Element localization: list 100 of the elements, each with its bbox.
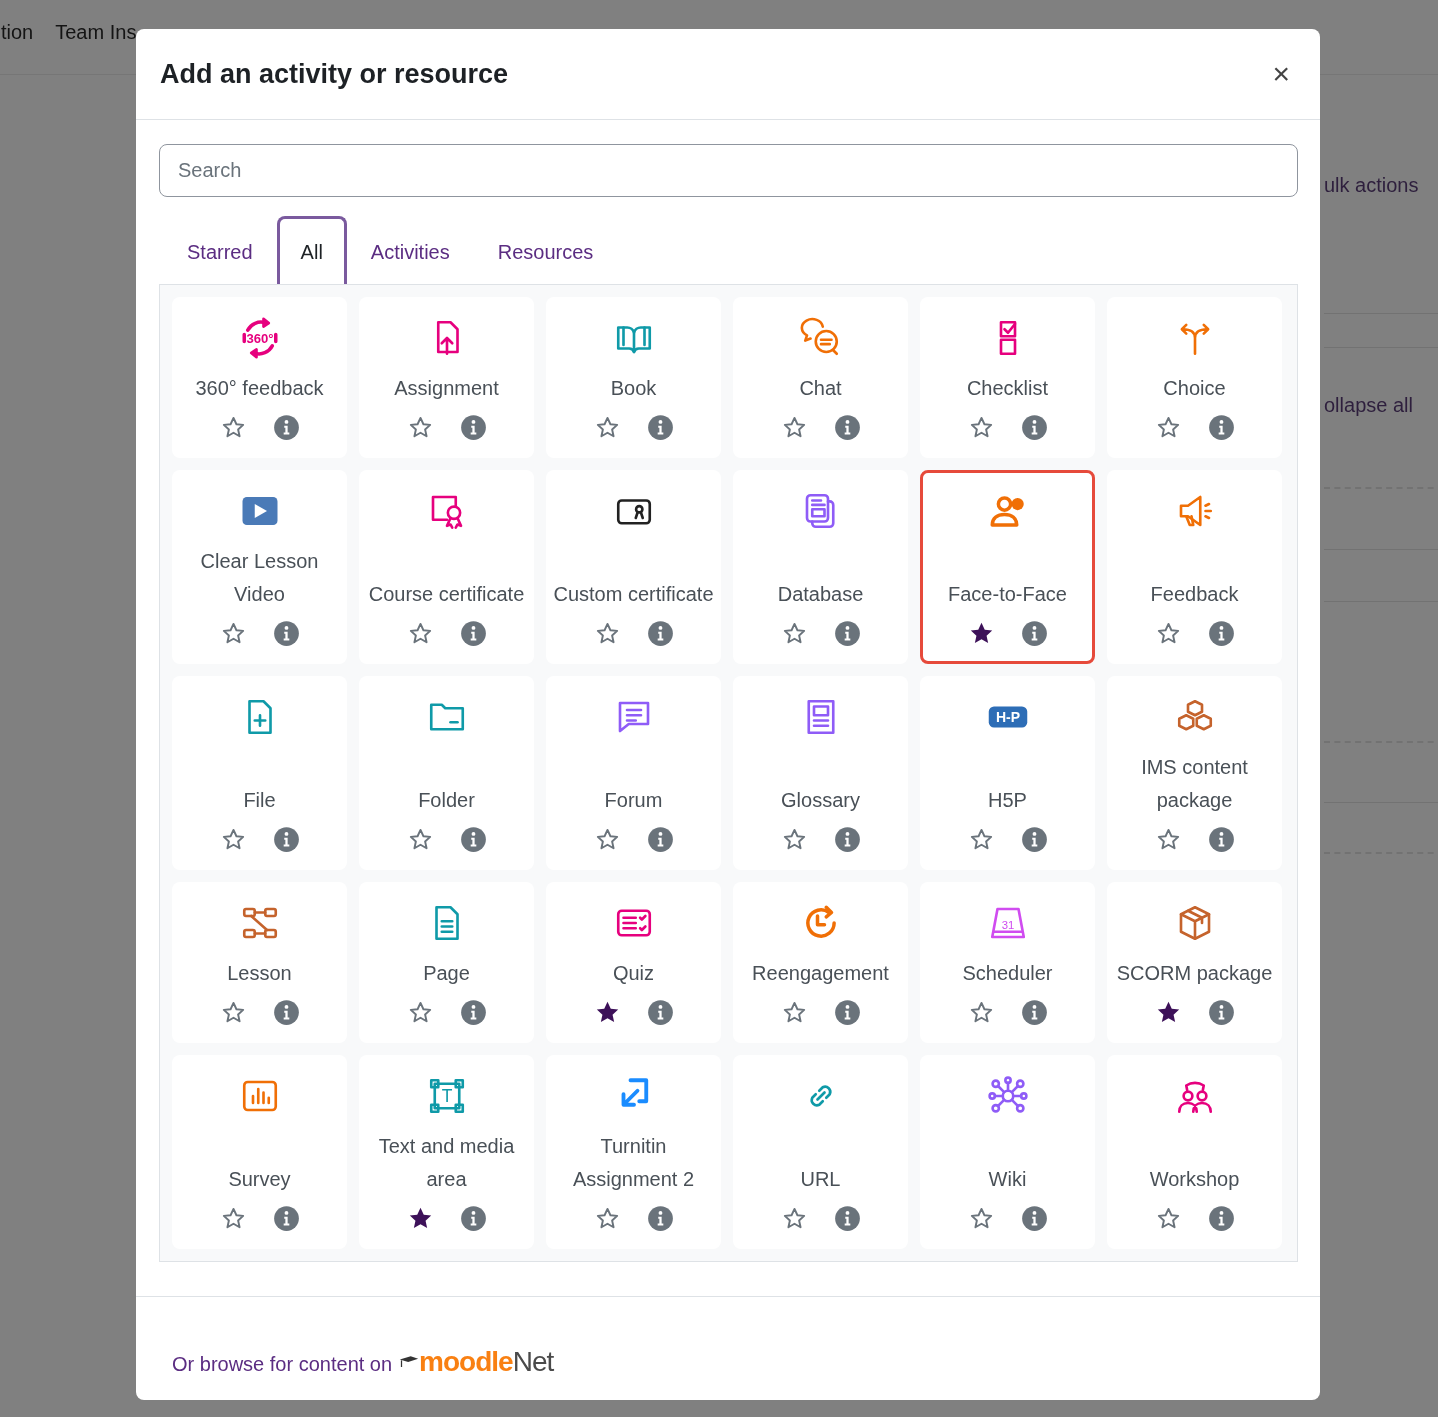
activity-card[interactable]: SCORM package <box>1107 882 1282 1043</box>
info-icon[interactable] <box>1207 1205 1235 1232</box>
activity-card[interactable]: H-P H5P <box>920 676 1095 870</box>
activity-name: Face-to-Face <box>948 582 1067 607</box>
info-icon[interactable] <box>1020 620 1048 647</box>
info-icon[interactable] <box>459 414 487 441</box>
activity-card[interactable]: URL <box>733 1055 908 1249</box>
activity-name: H5P <box>988 788 1027 813</box>
tab[interactable]: Starred <box>163 216 277 284</box>
activity-card[interactable]: T Text and media area <box>359 1055 534 1249</box>
activity-name: File <box>243 788 276 813</box>
activity-card[interactable]: Workshop <box>1107 1055 1282 1249</box>
activity-name: Page <box>423 961 470 986</box>
activity-name: Clear Lesson Video <box>199 549 320 607</box>
activity-card[interactable]: Chat <box>733 297 908 458</box>
activity-card[interactable]: Book <box>546 297 721 458</box>
tab[interactable]: Resources <box>473 216 618 284</box>
activity-card[interactable]: Wiki <box>920 1055 1095 1249</box>
info-icon[interactable] <box>833 1205 861 1232</box>
background-text: ulk actions <box>1324 173 1420 198</box>
activity-card[interactable]: Turnitin Assignment 2 <box>546 1055 721 1249</box>
activity-card[interactable]: Assignment <box>359 297 534 458</box>
info-icon[interactable] <box>272 826 300 853</box>
activity-name: Turnitin Assignment 2 <box>571 1134 696 1192</box>
activity-name: Workshop <box>1149 1167 1240 1192</box>
activity-name: Choice <box>1163 376 1226 401</box>
info-icon[interactable] <box>833 620 861 647</box>
info-icon[interactable] <box>1207 826 1235 853</box>
background-text: ollapse all <box>1324 393 1414 418</box>
activity-name: Assignment <box>394 376 499 401</box>
activity-card[interactable]: 31 Scheduler <box>920 882 1095 1043</box>
activity-card[interactable]: Choice <box>1107 297 1282 458</box>
activity-card[interactable]: IMS content package <box>1107 676 1282 870</box>
activity-card[interactable]: Feedback <box>1107 470 1282 664</box>
activity-card[interactable]: Database <box>733 470 908 664</box>
info-icon[interactable] <box>1020 826 1048 853</box>
activity-name: Lesson <box>227 961 292 986</box>
info-icon[interactable] <box>459 1205 487 1232</box>
activity-card[interactable]: File <box>172 676 347 870</box>
info-icon[interactable] <box>646 826 674 853</box>
activity-card[interactable]: 360° 360° feedback <box>172 297 347 458</box>
activity-name: SCORM package <box>1116 961 1273 986</box>
activity-name: Wiki <box>988 1167 1027 1192</box>
activity-card[interactable]: Course certificate <box>359 470 534 664</box>
activity-card[interactable]: Face-to-Face <box>920 470 1095 664</box>
info-icon[interactable] <box>1207 414 1235 441</box>
close-button[interactable]: × <box>1266 59 1296 89</box>
info-icon[interactable] <box>459 620 487 647</box>
activity-card[interactable]: Folder <box>359 676 534 870</box>
info-icon[interactable] <box>1020 414 1048 441</box>
activity-card[interactable]: Checklist <box>920 297 1095 458</box>
activity-name: Forum <box>604 788 663 813</box>
activity-name: Custom certificate <box>553 582 714 607</box>
activity-card[interactable]: Page <box>359 882 534 1043</box>
info-icon[interactable] <box>1207 999 1235 1026</box>
activity-card[interactable]: Lesson <box>172 882 347 1043</box>
graduation-cap-icon <box>399 1355 420 1369</box>
info-icon[interactable] <box>272 999 300 1026</box>
moodlenet-link[interactable]: Or browse for content on moodleNet <box>172 1341 554 1383</box>
info-icon[interactable] <box>1020 1205 1048 1232</box>
activity-name: Text and media area <box>377 1134 516 1192</box>
activity-name: Quiz <box>612 961 655 986</box>
activity-name: Feedback <box>1150 582 1239 607</box>
activity-name: 360° feedback <box>195 376 324 401</box>
info-icon[interactable] <box>646 1205 674 1232</box>
search-field[interactable]: Search <box>159 144 1298 197</box>
activity-name: Chat <box>799 376 842 401</box>
activity-card[interactable]: Survey <box>172 1055 347 1249</box>
info-icon[interactable] <box>833 999 861 1026</box>
info-icon[interactable] <box>1020 999 1048 1026</box>
activity-name: Survey <box>228 1167 291 1192</box>
activity-name: Reengagement <box>752 961 889 986</box>
activity-card[interactable]: Quiz <box>546 882 721 1043</box>
dialog-title: Add an activity or resource <box>160 57 509 91</box>
nav-link-text: tion <box>1 20 34 45</box>
activity-name: Course certificate <box>368 582 525 607</box>
info-icon[interactable] <box>833 826 861 853</box>
info-icon[interactable] <box>459 999 487 1026</box>
info-icon[interactable] <box>272 620 300 647</box>
activity-name: Glossary <box>781 788 860 813</box>
activity-card[interactable]: Custom certificate <box>546 470 721 664</box>
activity-name: Folder <box>418 788 475 813</box>
info-icon[interactable] <box>646 999 674 1026</box>
info-icon[interactable] <box>646 414 674 441</box>
activity-name: Scheduler <box>962 961 1053 986</box>
activity-card[interactable]: Clear Lesson Video <box>172 470 347 664</box>
info-icon[interactable] <box>272 414 300 441</box>
activity-name: Database <box>777 582 864 607</box>
activity-name: Checklist <box>966 376 1049 401</box>
activity-card[interactable]: Forum <box>546 676 721 870</box>
info-icon[interactable] <box>1207 620 1235 647</box>
activity-card[interactable]: Glossary <box>733 676 908 870</box>
tab[interactable]: Activities <box>346 216 474 284</box>
activity-name: IMS content package <box>1140 755 1249 813</box>
info-icon[interactable] <box>272 1205 300 1232</box>
activity-card[interactable]: Reengagement <box>733 882 908 1043</box>
info-icon[interactable] <box>833 414 861 441</box>
nav-link-text: Team Ins <box>55 20 137 45</box>
info-icon[interactable] <box>459 826 487 853</box>
info-icon[interactable] <box>646 620 674 647</box>
